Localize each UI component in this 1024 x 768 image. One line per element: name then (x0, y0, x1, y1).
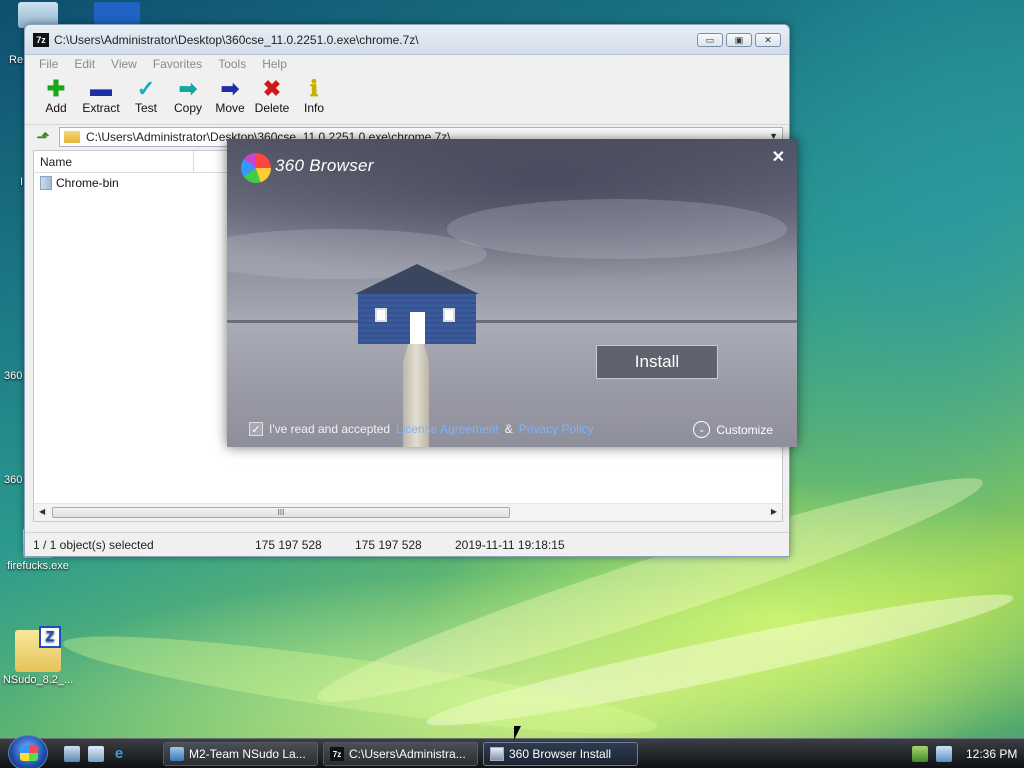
delete-button[interactable]: ✖ Delete (251, 73, 293, 124)
installer-title: 360 Browser (275, 156, 374, 175)
desktop-label-partial: 360 (4, 474, 23, 486)
info-label: Info (303, 101, 324, 115)
cloud-shape (447, 199, 787, 259)
task-label: 360 Browser Install (509, 747, 612, 761)
task-sevenzip[interactable]: 7z C:\Users\Administra... (323, 742, 478, 766)
desktop-settings-icon[interactable] (94, 2, 140, 24)
close-button[interactable]: ✕ (755, 33, 781, 47)
chevron-down-icon: ⌄ (693, 421, 711, 438)
extract-label: Extract (82, 101, 120, 115)
menubar: File Edit View Favorites Tools Help (25, 55, 789, 73)
status-packed: 175 197 528 (355, 537, 422, 552)
scroll-right-icon[interactable]: ▶ (771, 507, 777, 516)
status-modified: 2019-11-11 19:18:15 (455, 537, 565, 552)
copy-button[interactable]: ➡ Copy (167, 73, 209, 124)
privacy-policy-link[interactable]: Privacy Policy (519, 422, 594, 436)
customize-label: Customize (716, 422, 773, 437)
start-button[interactable] (8, 735, 48, 768)
menu-tools[interactable]: Tools (218, 57, 246, 71)
desktop-icon-label: NSudo_8.2_... (2, 674, 74, 686)
check-icon: ✓ (136, 76, 156, 101)
menu-file[interactable]: File (39, 57, 58, 71)
system-tray: 12:36 PM (904, 739, 1024, 768)
agree-text: I've read and accepted (269, 422, 391, 436)
task-label: M2-Team NSudo La... (189, 747, 306, 761)
network-icon[interactable] (936, 746, 952, 762)
task-360-installer[interactable]: 360 Browser Install (483, 742, 638, 766)
clock[interactable]: 12:36 PM (966, 747, 1017, 761)
zip-folder-icon: Z (15, 626, 61, 672)
desktop-label-partial: Re (9, 54, 24, 66)
horizontal-scrollbar[interactable]: ◀ III ▶ (34, 503, 782, 521)
sevenzip-app-icon: 7z (33, 32, 49, 47)
move-label: Move (215, 101, 245, 115)
desktop-icon-nsudo[interactable]: Z NSudo_8.2_... (0, 626, 76, 686)
nsudo-app-icon (170, 747, 184, 761)
add-button[interactable]: ✚ Add (35, 73, 77, 124)
move-button[interactable]: ➡ Move (209, 73, 251, 124)
desktop-label-partial: I (20, 176, 24, 188)
toolbar: ✚ Add ▬ Extract ✓ Test ➡ Copy ➡ Move ✖ D… (25, 73, 789, 125)
internet-explorer-icon[interactable]: e (111, 746, 127, 762)
add-label: Add (45, 101, 67, 115)
minus-icon: ▬ (90, 76, 112, 101)
file-name: Chrome-bin (56, 176, 119, 190)
wallpaper-streak (59, 618, 661, 752)
plus-icon: ✚ (46, 76, 66, 101)
close-icon[interactable]: ✕ (772, 147, 785, 167)
task-nsudo[interactable]: M2-Team NSudo La... (163, 742, 318, 766)
folder-icon (64, 131, 80, 143)
ampersand: & (504, 422, 513, 436)
menu-view[interactable]: View (111, 57, 137, 71)
customize-button[interactable]: ⌄ Customize (693, 421, 773, 438)
license-agreement-link[interactable]: License Agreement (396, 422, 499, 436)
status-selected: 1 / 1 object(s) selected (33, 537, 154, 552)
arrow-right-icon: ➡ (220, 76, 240, 101)
x-icon: ✖ (262, 76, 282, 101)
maximize-button[interactable]: ▣ (726, 33, 752, 47)
360-logo-icon (241, 153, 271, 183)
menu-favorites[interactable]: Favorites (153, 57, 202, 71)
installer-app-icon (490, 747, 504, 761)
minimize-button[interactable]: ▭ (697, 33, 723, 47)
sevenzip-titlebar[interactable]: 7z C:\Users\Administrator\Desktop\360cse… (25, 25, 789, 55)
installer-window: 360 Browser ✕ Install ✓ I've read and ac… (227, 139, 797, 447)
show-desktop-icon[interactable] (64, 746, 80, 762)
mouse-cursor-icon (514, 726, 521, 740)
status-size: 175 197 528 (255, 537, 322, 552)
taskbar: e M2-Team NSudo La... 7z C:\Users\Admini… (0, 735, 1024, 768)
menu-help[interactable]: Help (262, 57, 287, 71)
folder-icon (40, 176, 52, 190)
delete-label: Delete (254, 101, 290, 115)
status-bar: 1 / 1 object(s) selected 175 197 528 175… (25, 532, 789, 556)
info-button[interactable]: ℹ Info (293, 73, 335, 124)
window-title: C:\Users\Administrator\Desktop\360cse_11… (54, 32, 419, 47)
info-icon: ℹ (309, 76, 319, 101)
test-label: Test (134, 101, 157, 115)
agree-checkbox[interactable]: ✓ (249, 422, 263, 436)
sevenzip-app-icon: 7z (330, 747, 344, 761)
switch-windows-icon[interactable] (88, 746, 104, 762)
security-icon[interactable] (912, 746, 928, 762)
horizon-line (227, 320, 797, 323)
scroll-left-icon[interactable]: ◀ (39, 507, 45, 516)
menu-edit[interactable]: Edit (74, 57, 95, 71)
wallpaper-streak (422, 578, 1018, 742)
task-label: C:\Users\Administra... (349, 747, 466, 761)
extract-button[interactable]: ▬ Extract (77, 73, 125, 124)
scroll-thumb[interactable]: III (52, 507, 510, 518)
double-arrow-icon: ➡ (178, 76, 198, 101)
column-name[interactable]: Name (34, 151, 194, 172)
up-folder-icon[interactable]: ⬏ (33, 128, 53, 146)
agreement-row: ✓ I've read and accepted License Agreeme… (249, 422, 593, 436)
test-button[interactable]: ✓ Test (125, 73, 167, 124)
copy-label: Copy (173, 101, 202, 115)
install-button[interactable]: Install (596, 345, 718, 379)
boathouse-image (355, 264, 479, 344)
desktop-icon-label: firefucks.exe (7, 560, 69, 572)
desktop-label-partial: 360 (4, 370, 23, 382)
